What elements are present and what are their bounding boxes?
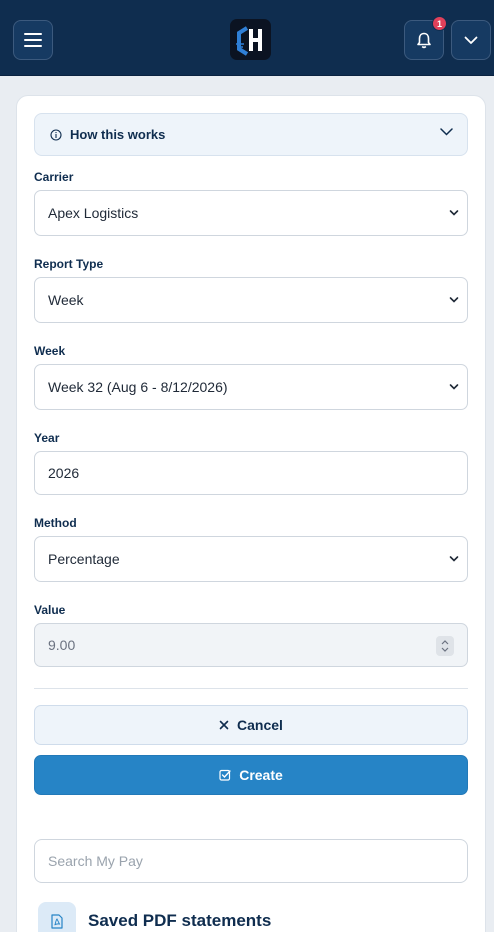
method-label: Method <box>34 516 77 530</box>
year-label: Year <box>34 431 60 445</box>
carrier-label: Carrier <box>34 170 74 184</box>
pdf-file-icon <box>51 913 63 929</box>
cancel-label: Cancel <box>237 717 283 733</box>
app-logo[interactable] <box>230 19 271 60</box>
account-menu-button[interactable] <box>451 20 491 60</box>
form-divider <box>34 688 468 689</box>
method-value: Percentage <box>48 551 120 567</box>
cancel-button[interactable]: Cancel <box>34 705 468 745</box>
pdf-section-icon-container <box>38 902 76 932</box>
saved-pdf-statements-title: Saved PDF statements <box>88 911 272 930</box>
value-value: 9.00 <box>48 637 76 653</box>
search-input[interactable] <box>34 839 468 883</box>
year-value: 2026 <box>48 465 80 481</box>
chevron-down-icon <box>449 556 459 562</box>
carrier-value: Apex Logistics <box>48 205 139 221</box>
report-type-value: Week <box>48 292 84 308</box>
chevron-down-icon <box>449 210 459 216</box>
week-select[interactable]: Week 32 (Aug 6 - 8/12/2026) <box>34 364 468 410</box>
create-label: Create <box>239 767 283 783</box>
week-value: Week 32 (Aug 6 - 8/12/2026) <box>48 379 228 395</box>
value-input[interactable]: 9.00 <box>34 623 468 667</box>
bell-icon <box>417 32 431 48</box>
chevron-down-icon <box>464 36 478 44</box>
menu-button[interactable] <box>13 20 53 60</box>
report-type-label: Report Type <box>34 257 104 271</box>
number-stepper[interactable] <box>436 636 454 656</box>
week-label: Week <box>34 344 66 358</box>
how-this-works-accordion[interactable]: How this works <box>34 113 468 156</box>
chevron-down-icon <box>449 297 459 303</box>
x-icon <box>219 720 229 730</box>
notification-badge: 1 <box>432 16 447 31</box>
check-square-icon <box>219 769 231 781</box>
method-select[interactable]: Percentage <box>34 536 468 582</box>
report-type-select[interactable]: Week <box>34 277 468 323</box>
chevron-down-icon <box>449 384 459 390</box>
accordion-title: How this works <box>70 127 166 142</box>
year-input[interactable]: 2026 <box>34 451 468 495</box>
chevron-down-icon <box>440 128 453 136</box>
stepper-up-icon <box>441 640 449 645</box>
create-button[interactable]: Create <box>34 755 468 795</box>
logo-icon <box>235 25 262 56</box>
stepper-down-icon <box>441 647 449 652</box>
carrier-select[interactable]: Apex Logistics <box>34 190 468 236</box>
hamburger-menu-icon <box>24 33 42 47</box>
info-icon <box>50 128 62 141</box>
value-label: Value <box>34 603 66 617</box>
